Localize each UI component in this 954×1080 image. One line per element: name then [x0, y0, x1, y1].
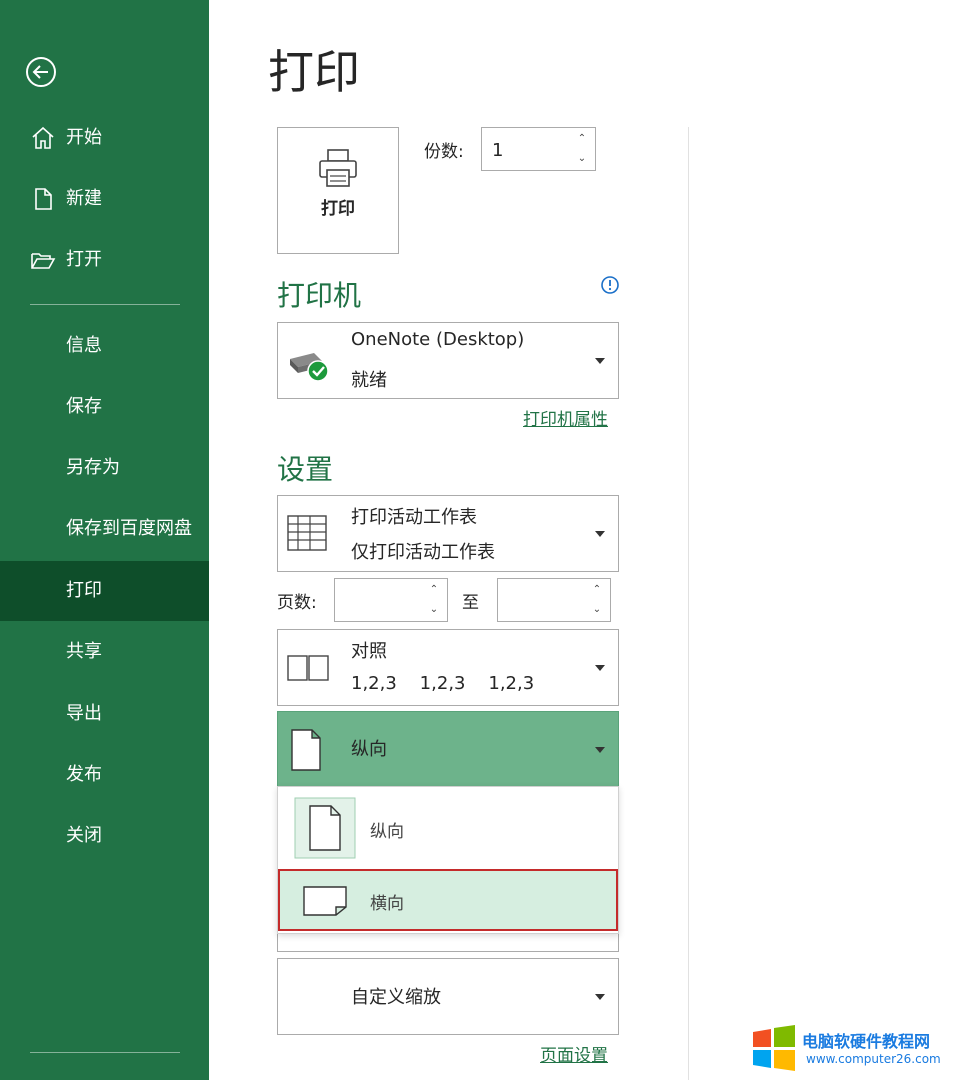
orientation-option-portrait[interactable]: 纵向: [278, 795, 618, 867]
portrait-page-icon: [291, 729, 321, 771]
nav-item-publish[interactable]: 发布: [0, 745, 209, 805]
nav-item-home[interactable]: 开始: [0, 108, 209, 168]
chevron-down-icon: [595, 747, 605, 753]
nav-label: 开始: [66, 127, 102, 148]
pages-to-spinner[interactable]: ⌃ ⌄: [497, 578, 611, 622]
watermark-title: 电脑软硬件教程网: [802, 1032, 931, 1051]
nav-item-export[interactable]: 导出: [0, 684, 209, 744]
back-arrow-icon[interactable]: [25, 56, 57, 88]
sidebar-divider: [30, 1052, 180, 1053]
watermark-url: www.computer26.com: [806, 1052, 941, 1066]
option-label: 横向: [370, 894, 404, 914]
nav-item-new[interactable]: 新建: [0, 169, 209, 229]
printer-icon: [319, 149, 357, 187]
nav-item-close[interactable]: 关闭: [0, 806, 209, 866]
chevron-down-icon: [595, 531, 605, 537]
settings-heading: 设置: [277, 453, 334, 486]
print-button-label: 打印: [321, 199, 355, 219]
nav-label: 打印: [66, 580, 102, 601]
collated-pages-icon: [287, 655, 329, 681]
new-document-icon: [35, 188, 52, 210]
nav-label: 另存为: [66, 457, 120, 478]
nav-item-share[interactable]: 共享: [0, 622, 209, 682]
collation-line1: 对照: [351, 641, 387, 662]
portrait-page-icon: [294, 797, 356, 859]
nav-label: 保存: [66, 396, 102, 417]
printer-status: 就绪: [351, 370, 387, 391]
chevron-down-icon: [595, 665, 605, 671]
printer-properties-link[interactable]: 打印机属性: [523, 405, 608, 430]
print-what-line2: 仅打印活动工作表: [351, 542, 495, 563]
pages-from-spinner[interactable]: ⌃ ⌄: [334, 578, 448, 622]
printer-ready-icon: [290, 353, 329, 382]
open-folder-icon: [31, 253, 56, 269]
copies-value: 1: [492, 140, 504, 161]
chevron-down-icon: [595, 994, 605, 1000]
copies-spinner[interactable]: 1 ⌃ ⌄: [481, 127, 596, 171]
spin-down-icon[interactable]: ⌄: [427, 603, 441, 617]
pages-label: 页数:: [277, 593, 317, 613]
chevron-down-icon: [595, 358, 605, 364]
spin-up-icon[interactable]: ⌃: [575, 132, 589, 146]
sidebar-divider: [30, 304, 180, 305]
nav-label: 信息: [66, 335, 102, 356]
nav-item-open[interactable]: 打开: [0, 230, 209, 290]
home-icon: [32, 126, 54, 149]
orientation-menu: 纵向 横向: [277, 786, 619, 934]
to-label: 至: [462, 593, 479, 613]
option-label: 纵向: [370, 822, 404, 842]
scaling-label: 自定义缩放: [351, 987, 441, 1008]
nav-item-info[interactable]: 信息: [0, 316, 209, 376]
page-title: 打印: [268, 45, 360, 99]
nav-item-save[interactable]: 保存: [0, 377, 209, 437]
orientation-dropdown[interactable]: 纵向: [277, 711, 619, 788]
nav-item-save-as[interactable]: 另存为: [0, 438, 209, 498]
orientation-label: 纵向: [351, 739, 387, 760]
print-button[interactable]: 打印: [277, 127, 399, 254]
printer-dropdown[interactable]: OneNote (Desktop) 就绪: [277, 322, 619, 399]
nav-label: 新建: [66, 188, 102, 209]
info-icon[interactable]: [600, 275, 620, 295]
nav-label: 导出: [66, 703, 102, 724]
backstage-sidebar: 开始 新建 打开 信息 保存 另存为 保存到百度网盘 打印 共享 导出 发布 关…: [0, 0, 209, 1080]
nav-label: 关闭: [66, 825, 102, 846]
nav-item-save-to-baidu[interactable]: 保存到百度网盘: [0, 499, 209, 559]
copies-label: 份数:: [424, 142, 464, 162]
spin-down-icon[interactable]: ⌄: [575, 152, 589, 166]
collation-dropdown[interactable]: 对照 1,2,3 1,2,3 1,2,3: [277, 629, 619, 706]
preview-divider: [688, 127, 689, 1080]
print-what-dropdown[interactable]: 打印活动工作表 仅打印活动工作表: [277, 495, 619, 572]
nav-label: 保存到百度网盘: [66, 518, 192, 539]
print-what-line1: 打印活动工作表: [351, 507, 477, 528]
nav-label: 打开: [66, 249, 102, 270]
page-setup-link[interactable]: 页面设置: [540, 1041, 608, 1066]
printer-heading: 打印机: [277, 279, 362, 312]
site-watermark: 电脑软硬件教程网 www.computer26.com: [750, 1022, 950, 1078]
nav-label: 共享: [66, 641, 102, 662]
spin-down-icon[interactable]: ⌄: [590, 603, 604, 617]
printer-name: OneNote (Desktop): [351, 329, 525, 350]
windows-logo-icon: [753, 1025, 795, 1071]
spin-up-icon[interactable]: ⌃: [427, 583, 441, 597]
nav-item-print[interactable]: 打印: [0, 561, 209, 621]
nav-label: 发布: [66, 764, 102, 785]
worksheet-grid-icon: [287, 515, 327, 551]
scaling-dropdown[interactable]: 自定义缩放: [277, 958, 619, 1035]
spin-up-icon[interactable]: ⌃: [590, 583, 604, 597]
landscape-page-icon: [303, 886, 347, 916]
collation-line2: 1,2,3 1,2,3 1,2,3: [351, 673, 535, 694]
orientation-option-landscape[interactable]: 横向: [278, 869, 618, 931]
